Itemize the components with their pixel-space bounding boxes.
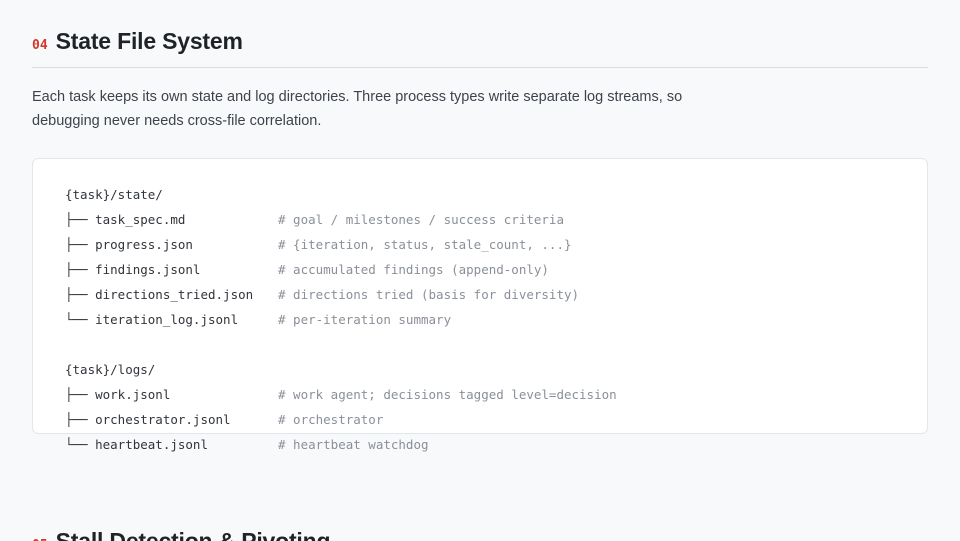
tree-path: └── heartbeat.jsonl [65, 437, 208, 452]
tree-comment: # work agent; decisions tagged level=dec… [278, 387, 617, 402]
section-number: 04 [32, 38, 48, 53]
tree-blank-line [65, 332, 895, 357]
directory-tree-code-block[interactable]: {task}/state/ ├── task_spec.md # goal / … [32, 158, 928, 452]
section-header: 04 State File System [32, 28, 928, 58]
tree-line: └── heartbeat.jsonl # heartbeat watchdog [65, 432, 895, 457]
tree-line: ├── orchestrator.jsonl # orchestrator [65, 407, 895, 432]
tree-path: ├── work.jsonl [65, 387, 171, 402]
section-title: State File System [55, 28, 243, 54]
tree-path: ├── findings.jsonl [65, 262, 201, 277]
tree-comment: # accumulated findings (append-only) [278, 262, 549, 277]
tree-comment: # heartbeat watchdog [278, 437, 429, 452]
next-section-title: Stall Detection & Pivoting [55, 528, 331, 541]
section-state-file-system: 04 State File System Each task keeps its… [32, 28, 928, 452]
tree-comment: # directions tried (basis for diversity) [278, 287, 580, 302]
next-section-header: 05 Stall Detection & Pivoting [32, 528, 331, 541]
tree-path: {task}/state/ [65, 187, 163, 202]
tree-path: ├── orchestrator.jsonl [65, 412, 231, 427]
tree-path: {task}/logs/ [65, 362, 156, 377]
tree-path: ├── task_spec.md [65, 212, 186, 227]
tree-comment: # per-iteration summary [278, 312, 452, 327]
tree-comment: # {iteration, status, stale_count, ...} [278, 237, 572, 252]
tree-line: ├── directions_tried.json # directions t… [65, 282, 895, 307]
tree-line: ├── progress.json # {iteration, status, … [65, 232, 895, 257]
section-divider [32, 67, 928, 68]
tree-comment: # orchestrator [278, 412, 384, 427]
tree-path: ├── progress.json [65, 237, 193, 252]
tree-line: {task}/state/ [65, 182, 895, 207]
tree-line: {task}/logs/ [65, 357, 895, 382]
tree-line: ├── findings.jsonl # accumulated finding… [65, 257, 895, 282]
tree-path: ├── directions_tried.json [65, 287, 254, 302]
tree-comment: # goal / milestones / success criteria [278, 212, 564, 227]
tree-line: ├── task_spec.md # goal / milestones / s… [65, 207, 895, 232]
tree-line: └── iteration_log.jsonl # per-iteration … [65, 307, 895, 332]
tree-line: ├── work.jsonl # work agent; decisions t… [65, 382, 895, 407]
section-description: Each task keeps its own state and log di… [32, 89, 683, 129]
tree-path [65, 332, 278, 357]
tree-path: └── iteration_log.jsonl [65, 312, 239, 327]
